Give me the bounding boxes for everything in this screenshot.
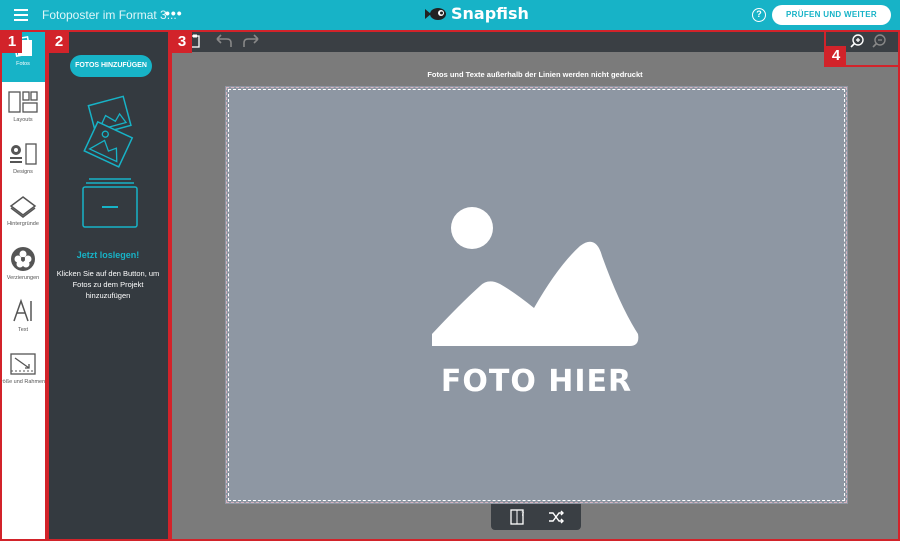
callout-badge-4: 4 [826,46,846,67]
project-title[interactable]: Fotoposter im Format 3... [42,8,177,22]
callout-badge-3: 3 [172,32,192,53]
menu-icon[interactable] [14,9,28,21]
callout-region-3 [170,30,900,541]
callout-badge-2: 2 [49,32,69,53]
top-bar: Fotoposter im Format 3... ••• Snapfish ?… [0,0,900,30]
fish-logo-icon [425,7,446,20]
brand-logo: Snapfish [425,4,529,23]
callout-region-2 [47,30,170,541]
callout-badge-1: 1 [2,32,22,53]
callout-region-1 [0,30,47,541]
brand-name: Snapfish [451,4,529,23]
more-options-icon[interactable]: ••• [165,5,183,21]
review-continue-button[interactable]: PRÜFEN UND WEITER [772,5,891,25]
help-icon[interactable]: ? [752,8,766,22]
